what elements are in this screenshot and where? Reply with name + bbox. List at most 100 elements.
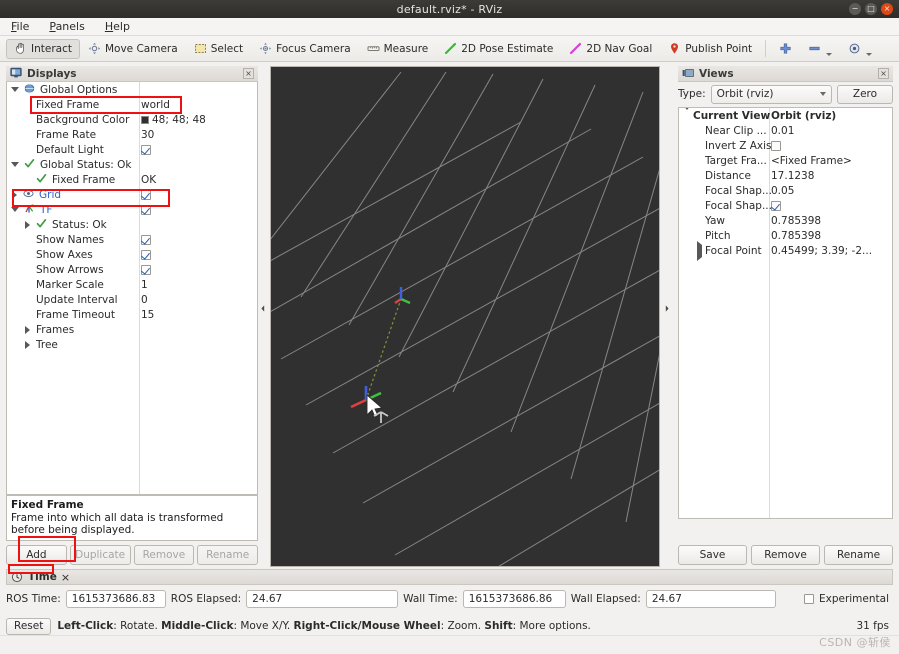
time-panel-close-icon[interactable]: × (61, 571, 70, 584)
time-input-2[interactable]: 1615373686.86 (462, 590, 566, 608)
expander-expand-icon[interactable] (25, 220, 30, 229)
views-rename-button[interactable]: Rename (824, 545, 893, 565)
experimental-checkbox[interactable] (803, 594, 814, 604)
left-splitter[interactable] (260, 66, 266, 541)
checkbox[interactable] (771, 200, 781, 211)
menu-help[interactable]: Help (102, 19, 133, 34)
displays-tree-row[interactable]: Grid (7, 187, 257, 202)
displays-tree-row[interactable]: Fixed Frame OK (7, 172, 257, 187)
tree-value-text[interactable]: 0 (141, 292, 148, 307)
views-value-text[interactable]: 0.45499; 3.39; -2... (771, 243, 872, 258)
displays-tree-row[interactable]: Show Axes (7, 247, 257, 262)
time-input-1[interactable]: 24.67 (246, 590, 399, 608)
expander-collapse-icon[interactable] (11, 87, 19, 92)
displays-tree-row[interactable]: TF (7, 202, 257, 217)
3d-render-view[interactable] (270, 66, 660, 567)
displays-tree-row[interactable]: Frame Timeout 15 (7, 307, 257, 322)
checkbox[interactable] (141, 264, 151, 275)
views-tree-row[interactable]: Near Clip ... 0.01 (679, 123, 892, 138)
tool-focus-camera[interactable]: Focus Camera (251, 39, 359, 59)
views-zero-button[interactable]: Zero (837, 84, 893, 104)
expander-collapse-icon[interactable] (11, 207, 19, 212)
displays-tree-row[interactable]: Status: Ok (7, 217, 257, 232)
tree-value-text[interactable]: 1 (141, 277, 148, 292)
displays-tree-row[interactable]: Show Names (7, 232, 257, 247)
displays-tree-row[interactable]: Show Arrows (7, 262, 257, 277)
displays-tree-row[interactable]: Marker Scale 1 (7, 277, 257, 292)
chevron-down-icon-2[interactable] (866, 52, 873, 56)
checkbox[interactable] (141, 234, 151, 245)
tree-value-text[interactable]: 15 (141, 307, 154, 322)
views-type-combo[interactable]: Orbit (rviz) (710, 84, 832, 104)
displays-tree-row[interactable]: Tree (7, 337, 257, 352)
tree-value-text[interactable]: OK (141, 172, 156, 187)
color-swatch[interactable] (141, 115, 149, 124)
views-value-text[interactable]: <Fixed Frame> (771, 153, 852, 168)
maximize-button[interactable]: □ (865, 3, 877, 15)
views-panel-close-icon[interactable]: × (878, 68, 889, 79)
reset-button[interactable]: Reset (6, 617, 52, 635)
views-value-text[interactable]: 0.01 (771, 123, 794, 138)
tool-interact[interactable]: Interact (6, 38, 80, 59)
views-tree-row[interactable]: Distance 17.1238 (679, 168, 892, 183)
views-tree[interactable]: Current View Orbit (rviz) Near Clip ... 0.0… (678, 107, 893, 519)
displays-tree-row[interactable]: Frame Rate 30 (7, 127, 257, 142)
tool-select[interactable]: Select (186, 39, 251, 59)
experimental-toggle[interactable]: Experimental (803, 593, 893, 605)
chevron-down-icon[interactable] (826, 52, 833, 56)
tool-properties-button[interactable] (840, 39, 880, 59)
views-tree-row[interactable]: Invert Z Axis (679, 138, 892, 153)
tool-publish-point[interactable]: Publish Point (660, 39, 760, 59)
close-button[interactable]: × (881, 3, 893, 15)
views-value-text[interactable]: 0.05 (771, 183, 794, 198)
tool-add-tool-button[interactable] (771, 39, 800, 59)
tool-move-camera[interactable]: Move Camera (80, 39, 186, 59)
views-tree-row[interactable]: Focal Shap... 0.05 (679, 183, 892, 198)
views-tree-row[interactable]: Pitch 0.785398 (679, 228, 892, 243)
minimize-button[interactable]: − (849, 3, 861, 15)
displays-tree[interactable]: Global Options Fixed Frame world Background… (6, 82, 258, 495)
menu-panels[interactable]: Panels (46, 19, 87, 34)
views-tree-row[interactable]: Target Fra... <Fixed Frame> (679, 153, 892, 168)
tool-2d-nav-goal[interactable]: 2D Nav Goal (561, 39, 660, 59)
displays-tree-row[interactable]: Background Color 48; 48; 48 (7, 112, 257, 127)
displays-tree-row[interactable]: Global Options (7, 82, 257, 97)
views-value-text[interactable]: 0.785398 (771, 213, 821, 228)
displays-tree-row[interactable]: Default Light (7, 142, 257, 157)
checkbox[interactable] (141, 189, 151, 200)
displays-panel-close-icon[interactable]: × (243, 68, 254, 79)
checkbox[interactable] (141, 204, 151, 215)
tool-measure[interactable]: Measure (359, 39, 437, 59)
time-input-3[interactable]: 24.67 (645, 590, 776, 608)
menu-file[interactable]: File (8, 19, 32, 34)
views-tree-row[interactable]: Yaw 0.785398 (679, 213, 892, 228)
expander-expand-icon[interactable] (697, 240, 702, 261)
views-value-text[interactable]: 0.785398 (771, 228, 821, 243)
views-value-text[interactable]: 17.1238 (771, 168, 814, 183)
time-input-0[interactable]: 1615373686.83 (65, 590, 166, 608)
views-tree-row[interactable]: Focal Point 0.45499; 3.39; -2... (679, 240, 892, 261)
tool-2d-pose-estimate[interactable]: 2D Pose Estimate (436, 39, 561, 59)
displays-tree-row[interactable]: Frames (7, 322, 257, 337)
displays-tree-row[interactable]: Fixed Frame world (7, 97, 257, 112)
displays-tree-row[interactable]: Global Status: Ok (7, 157, 257, 172)
expander-expand-icon[interactable] (25, 340, 30, 349)
displays-tree-row[interactable]: Update Interval 0 (7, 292, 257, 307)
expander-collapse-icon[interactable] (11, 162, 19, 167)
tree-value-text[interactable]: 30 (141, 127, 154, 142)
views-tree-row[interactable]: Focal Shap... (679, 198, 892, 213)
views-save-button[interactable]: Save (678, 545, 747, 565)
views-remove-button[interactable]: Remove (751, 545, 820, 565)
views-value-text[interactable]: Orbit (rviz) (771, 108, 836, 123)
expander-expand-icon[interactable] (25, 325, 30, 334)
checkbox[interactable] (141, 144, 151, 155)
checkbox[interactable] (771, 140, 781, 151)
checkbox[interactable] (141, 249, 151, 260)
right-splitter[interactable] (664, 66, 670, 541)
tree-value-text[interactable]: world (141, 97, 170, 112)
expander-collapse-icon[interactable] (683, 108, 691, 122)
tool-remove-tool-button[interactable] (800, 39, 840, 59)
views-tree-row[interactable]: Current View Orbit (rviz) (679, 108, 892, 123)
expander-expand-icon[interactable] (12, 190, 17, 199)
add-button[interactable]: Add (6, 545, 67, 565)
